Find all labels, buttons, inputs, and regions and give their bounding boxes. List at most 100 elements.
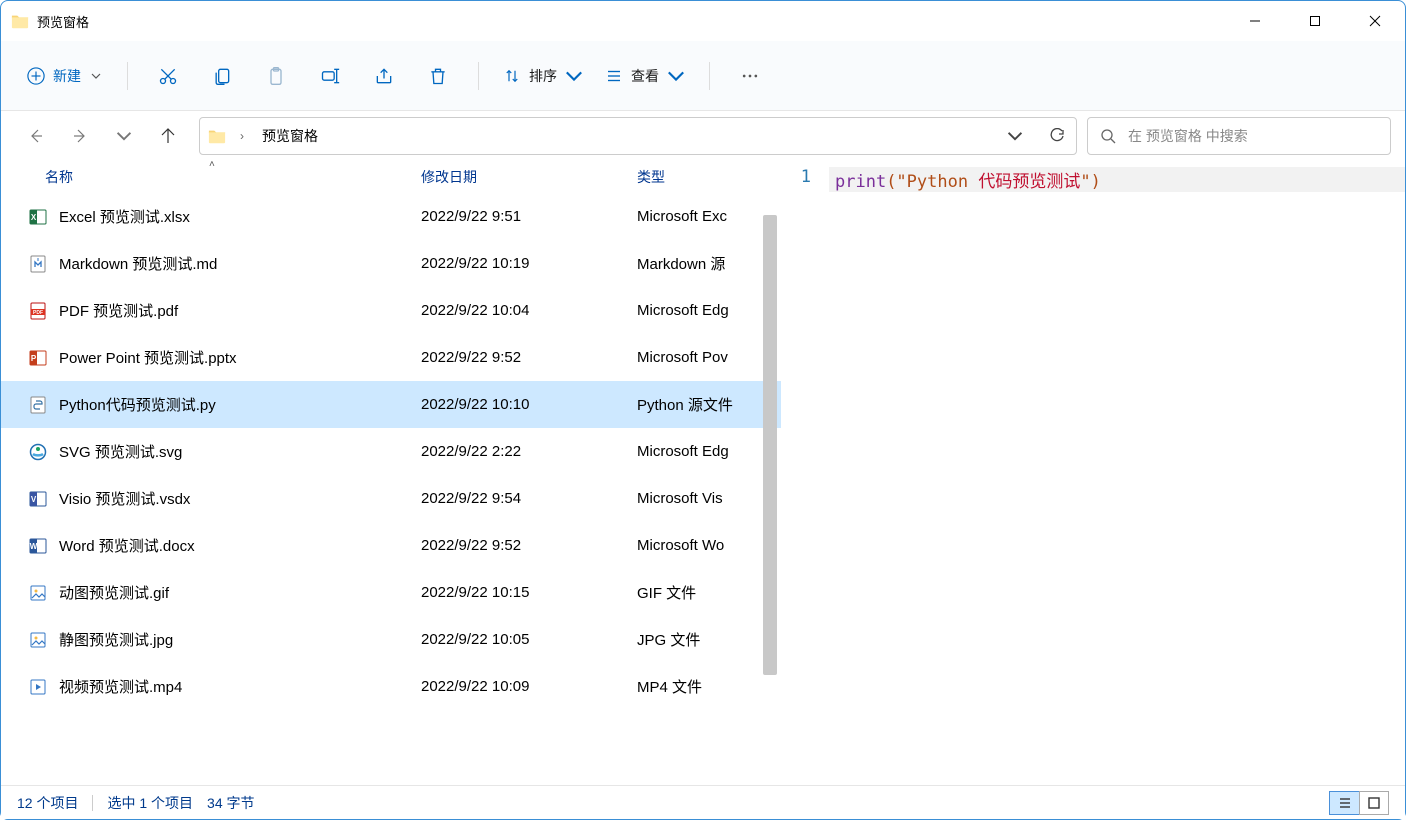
file-name: Markdown 预览测试.md [59,253,421,274]
copy-button[interactable] [198,54,246,98]
sort-button[interactable]: 排序 [495,60,591,92]
file-row[interactable]: VVisio 预览测试.vsdx2022/9/22 9:54Microsoft … [1,475,781,522]
file-row[interactable]: 动图预览测试.gif2022/9/22 10:15GIF 文件 [1,569,781,616]
chevron-down-icon [91,71,101,81]
file-row[interactable]: SVG 预览测试.svg2022/9/22 2:22Microsoft Edg [1,428,781,475]
arrow-left-icon [28,128,44,144]
file-row[interactable]: PDFPDF 预览测试.pdf2022/9/22 10:04Microsoft … [1,287,781,334]
toolbar-separator [127,62,128,90]
column-name[interactable]: 名称 [45,167,421,187]
file-type: Microsoft Pov [637,349,781,366]
cut-button[interactable] [144,54,192,98]
file-row[interactable]: Python代码预览测试.py2022/9/22 10:10Python 源文件 [1,381,781,428]
file-type: Microsoft Edg [637,443,781,460]
breadcrumb-current[interactable]: 预览窗格 [258,124,322,148]
view-label: 查看 [631,66,659,86]
main-area: ˄ 名称 修改日期 类型 XExcel 预览测试.xlsx2022/9/22 9… [1,161,1405,801]
code-preview: 1 print("Python 代码预览测试") [781,161,1405,192]
file-name: Power Point 预览测试.pptx [59,347,421,368]
up-button[interactable] [155,123,181,149]
search-icon [1100,128,1116,144]
file-type: Microsoft Edg [637,302,781,319]
line-number: 1 [781,167,829,192]
view-icon [605,67,623,85]
svg-text:P: P [31,354,37,363]
file-name: PDF 预览测试.pdf [59,300,421,321]
file-type: JPG 文件 [637,629,781,650]
file-name: Visio 预览测试.vsdx [59,488,421,509]
minimize-button[interactable] [1225,1,1285,41]
details-view-button[interactable] [1329,791,1359,815]
search-box[interactable] [1087,117,1391,155]
close-button[interactable] [1345,1,1405,41]
chevron-down-icon [667,67,685,85]
scrollbar-vertical[interactable] [763,215,777,675]
breadcrumb-separator: › [236,129,248,143]
file-type: Python 源文件 [637,394,781,415]
file-row[interactable]: P Power Point 预览测试.pptx2022/9/22 9:52Micr… [1,334,781,381]
rename-button[interactable] [306,54,354,98]
list-icon [1338,796,1352,810]
folder-icon [208,128,226,144]
column-date[interactable]: 修改日期 [421,167,637,187]
toolbar-separator [478,62,479,90]
back-button[interactable] [23,123,49,149]
svg-text:X: X [31,213,37,222]
file-type: Microsoft Vis [637,490,781,507]
refresh-button[interactable] [1044,123,1070,149]
chevron-down-icon [116,128,132,144]
forward-button[interactable] [67,123,93,149]
share-button[interactable] [360,54,408,98]
status-separator [92,795,93,811]
file-date: 2022/9/22 9:52 [421,349,637,366]
address-history-button[interactable] [1002,123,1028,149]
mp4-file-icon [29,678,47,696]
file-row[interactable]: XExcel 预览测试.xlsx2022/9/22 9:51Microsoft … [1,193,781,240]
status-size: 34 字节 [207,793,254,813]
paste-button[interactable] [252,54,300,98]
arrow-up-icon [160,128,176,144]
py-file-icon [29,396,47,414]
arrow-right-icon [72,128,88,144]
more-button[interactable] [726,54,774,98]
trash-icon [428,66,448,86]
svg-text:V: V [31,495,37,504]
column-type[interactable]: 类型 [637,167,781,187]
search-input[interactable] [1128,128,1378,144]
file-date: 2022/9/22 10:19 [421,255,637,272]
sort-label: 排序 [529,66,557,86]
chevron-down-icon [565,67,583,85]
delete-button[interactable] [414,54,462,98]
file-row[interactable]: 视频预览测试.mp42022/9/22 10:09MP4 文件 [1,663,781,710]
svg-text:W: W [30,542,38,551]
file-name: 视频预览测试.mp4 [59,676,421,697]
jpg-file-icon [29,631,47,649]
grid-icon [1367,796,1381,810]
title-bar: 预览窗格 [1,1,1405,41]
navigation-row: › 预览窗格 [1,111,1405,161]
sort-caret-icon: ˄ [209,159,215,170]
scissors-icon [158,66,178,86]
file-row[interactable]: WWord 预览测试.docx2022/9/22 9:52Microsoft W… [1,522,781,569]
file-name: Word 预览测试.docx [59,535,421,556]
word-file-icon: W [29,537,47,555]
folder-icon [11,13,29,29]
new-label: 新建 [53,66,81,86]
new-button[interactable]: 新建 [17,60,111,92]
toolbar-separator [709,62,710,90]
ellipsis-icon [740,66,760,86]
file-row[interactable]: Markdown 预览测试.md2022/9/22 10:19Markdown … [1,240,781,287]
file-type: Microsoft Wo [637,537,781,554]
clipboard-icon [266,66,286,86]
recent-button[interactable] [111,123,137,149]
copy-icon [212,66,232,86]
file-date: 2022/9/22 10:10 [421,396,637,413]
maximize-button[interactable] [1285,1,1345,41]
address-bar[interactable]: › 预览窗格 [199,117,1077,155]
thumbnails-view-button[interactable] [1359,791,1389,815]
ppt-file-icon: P [29,349,47,367]
refresh-icon [1049,128,1065,144]
file-row[interactable]: 静图预览测试.jpg2022/9/22 10:05JPG 文件 [1,616,781,663]
view-button[interactable]: 查看 [597,60,693,92]
file-type: GIF 文件 [637,582,781,603]
